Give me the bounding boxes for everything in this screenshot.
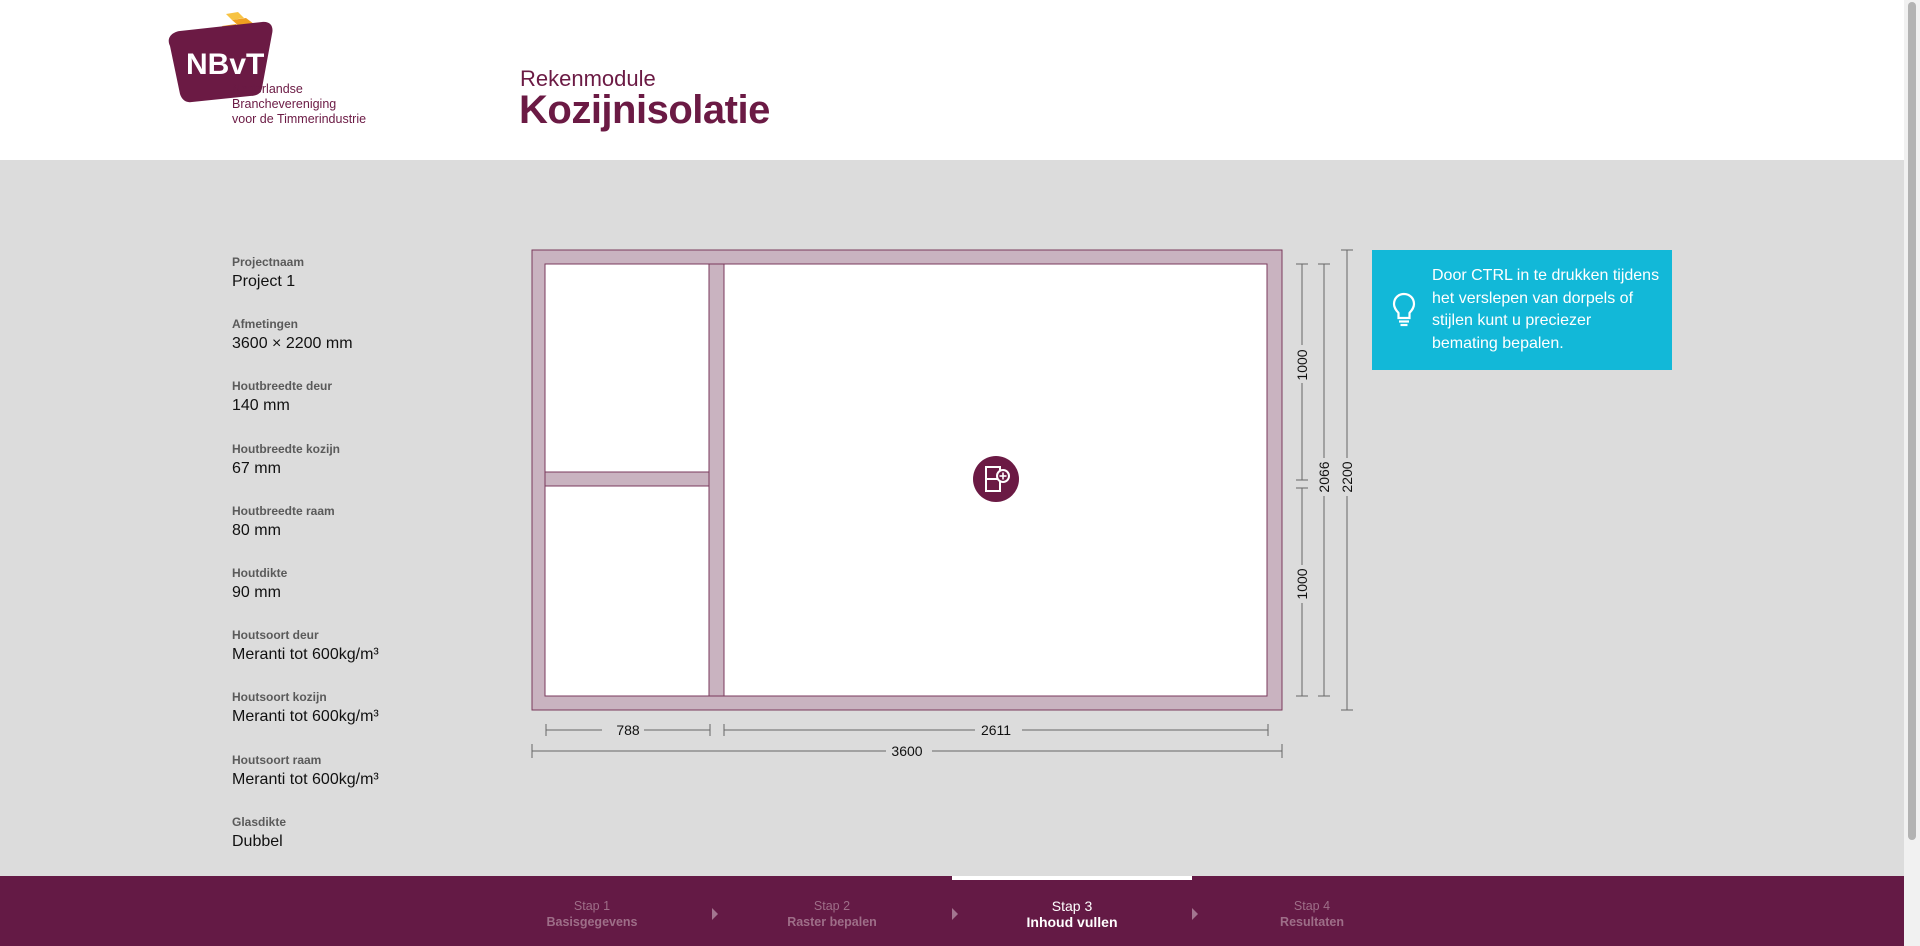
dim-top-height: 1000 (1294, 349, 1310, 380)
summary-value: 90 mm (232, 583, 281, 601)
add-panel-icon[interactable] (973, 456, 1019, 502)
summary-value: Meranti tot 600kg/m³ (232, 646, 379, 664)
summary-label: Houtbreedte kozijn (232, 441, 341, 456)
step-number: Stap 3 (1051, 898, 1093, 914)
summary-label: Projectnaam (232, 255, 305, 269)
dim-bottom-height: 1000 (1294, 568, 1310, 599)
summary-item: Houtsoort raam Meranti tot 600kg/m³ (232, 752, 472, 814)
panel-left-top[interactable] (544, 263, 710, 473)
summary-item: Houtsoort deur Meranti tot 600kg/m³ (232, 627, 472, 689)
summary-value: Dubbel (232, 832, 283, 850)
summary-item: Houtbreedte raam 80 mm (232, 503, 472, 565)
mullion-handle[interactable] (708, 263, 725, 697)
summary-value: 140 mm (232, 397, 290, 415)
summary-label: Houtsoort kozijn (232, 690, 327, 705)
tip-text: Door CTRL in te drukken tijdens het vers… (1432, 267, 1660, 352)
step-name: Raster bepalen (787, 915, 877, 929)
step-navigation: Stap 1 Basisgegevens Stap 2 Raster bepal… (0, 876, 1904, 946)
vertical-scrollbar[interactable] (1904, 0, 1920, 946)
logo-line: Branchevereniging (232, 97, 337, 111)
project-summary: Projectnaam Project 1 Afmetingen 3600 × … (232, 254, 472, 876)
summary-value: 67 mm (232, 459, 281, 477)
dim-total-width: 3600 (891, 743, 922, 759)
step-resultaten[interactable]: Stap 4 Resultaten (1192, 876, 1432, 946)
step-inhoud-vullen[interactable]: Stap 3 Inhoud vullen (952, 876, 1192, 946)
summary-item: Houtbreedte kozijn 67 mm (232, 441, 472, 503)
step-number: Stap 1 (573, 899, 611, 913)
page-title: Kozijnisolatie (519, 88, 770, 132)
step-name: Resultaten (1280, 915, 1344, 929)
step-raster-bepalen[interactable]: Stap 2 Raster bepalen (712, 876, 952, 946)
header: NBvT Nederlandse Branchevereniging voor … (0, 0, 1904, 160)
summary-item: Projectnaam Project 1 (232, 254, 472, 316)
tip-box: Door CTRL in te drukken tijdens het vers… (1372, 250, 1672, 370)
dim-left-width: 788 (616, 722, 640, 738)
summary-label: Houtsoort raam (232, 752, 322, 767)
summary-label: Houtsoort deur (232, 628, 319, 643)
summary-label: Houtbreedte deur (232, 379, 333, 394)
summary-item: Houtdikte 90 mm (232, 565, 472, 627)
transom-handle[interactable] (544, 471, 710, 487)
scrollbar-thumb[interactable] (1908, 2, 1916, 840)
summary-value: Project 1 (232, 273, 296, 290)
summary-label: Glasdikte (232, 814, 287, 829)
dim-right-width: 2611 (981, 722, 1011, 738)
summary-label: Houtbreedte raam (232, 503, 335, 518)
logo-line: Nederlandse (232, 82, 303, 96)
summary-label: Houtdikte (232, 565, 288, 580)
logo-brand: NBvT (186, 48, 264, 81)
summary-label: Afmetingen (232, 317, 298, 332)
step-number: Stap 2 (813, 899, 851, 913)
summary-item: Houtsoort kozijn Meranti tot 600kg/m³ (232, 689, 472, 751)
panel-left-bottom[interactable] (544, 485, 710, 697)
dim-inner-height: 2066 (1316, 461, 1332, 492)
logo-text: Nederlandse Branchevereniging voor de Ti… (232, 82, 366, 127)
summary-item: Houtbreedte deur 140 mm (232, 378, 472, 440)
summary-value: Meranti tot 600kg/m³ (232, 708, 379, 726)
logo-line: voor de Timmerindustrie (232, 112, 367, 126)
step-name: Basisgegevens (546, 915, 638, 929)
nbvt-logo[interactable]: NBvT Nederlandse Branchevereniging voor … (166, 10, 376, 130)
summary-value: Meranti tot 600kg/m³ (232, 770, 379, 788)
summary-item: Glasdikte Dubbel (232, 814, 472, 876)
frame-drawing-svg: 788 2611 3600 1000 1000 2066 2200 (531, 249, 1355, 759)
step-basisgegevens[interactable]: Stap 1 Basisgegevens (472, 876, 712, 946)
frame-drawing: 788 2611 3600 1000 1000 2066 2200 (520, 240, 1360, 775)
summary-item: Afmetingen 3600 × 2200 mm (232, 316, 472, 378)
step-number: Stap 4 (1293, 899, 1331, 913)
summary-value: 80 mm (232, 521, 281, 539)
dim-total-height: 2200 (1339, 461, 1355, 492)
step-name: Inhoud vullen (1026, 914, 1118, 930)
summary-value: 3600 × 2200 mm (232, 335, 353, 353)
lightbulb-icon (1392, 292, 1416, 327)
